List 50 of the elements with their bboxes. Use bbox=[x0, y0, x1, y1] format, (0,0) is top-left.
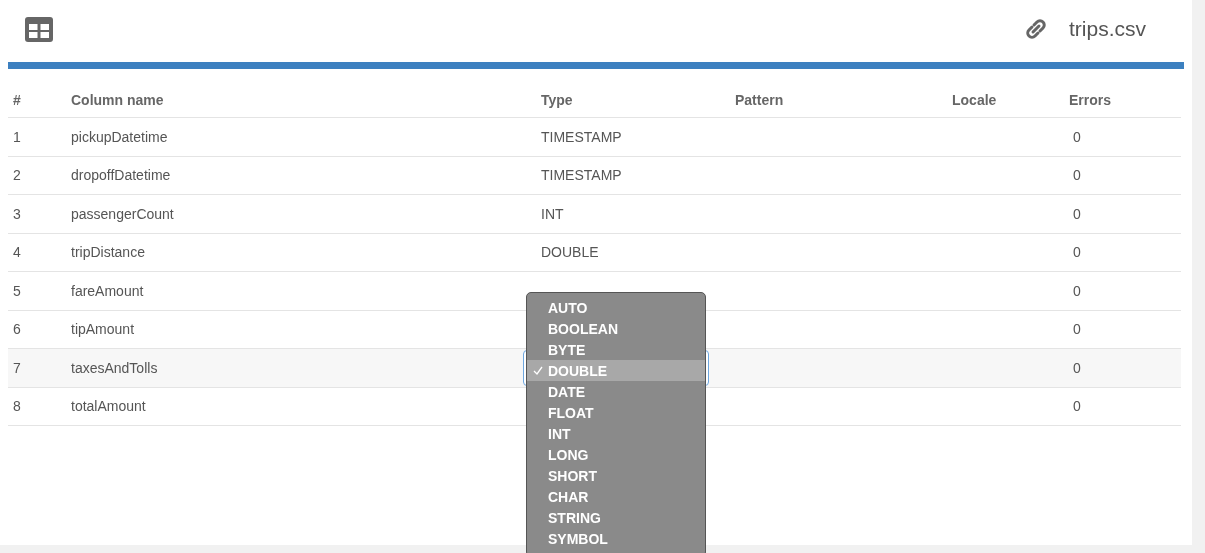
menu-item[interactable]: AUTO bbox=[527, 297, 705, 318]
table-cell-text: 0 bbox=[1072, 167, 1082, 184]
table-cell-text: TIMESTAMP bbox=[540, 128, 622, 145]
table-cell-text: 0 bbox=[1072, 359, 1082, 376]
column-header: Type bbox=[540, 92, 574, 108]
menu-item[interactable]: BOOLEAN bbox=[527, 318, 705, 339]
table-cell-text: 2 bbox=[13, 167, 22, 184]
table-cell-text: passengerCount bbox=[71, 205, 175, 222]
table-cell-text: fareAmount bbox=[71, 282, 145, 299]
menu-item[interactable]: SHORT bbox=[527, 465, 705, 486]
menu-item[interactable]: BYTE bbox=[527, 339, 705, 360]
menu-item[interactable]: STRING bbox=[527, 507, 705, 528]
menu-item[interactable]: CHAR bbox=[527, 486, 705, 507]
table-cell-text: tipAmount bbox=[71, 321, 136, 338]
menu-item[interactable]: FLOAT bbox=[527, 402, 705, 423]
table-cell-text: INT bbox=[540, 205, 564, 222]
menu-item[interactable]: LONG bbox=[527, 444, 705, 465]
menu-item[interactable]: DOUBLE bbox=[527, 360, 705, 381]
table-cell-text: tripDistance bbox=[71, 244, 146, 261]
table-cell-text: 0 bbox=[1072, 282, 1082, 299]
column-header: Errors bbox=[1069, 92, 1113, 108]
link-icon bbox=[1025, 18, 1047, 40]
table-cell-text: taxesAndTolls bbox=[71, 359, 159, 376]
table-cell-text: 6 bbox=[13, 321, 22, 338]
menu-item[interactable]: INT bbox=[527, 423, 705, 444]
column-header: Column name bbox=[71, 92, 165, 108]
file-name: trips.csv bbox=[1069, 17, 1146, 41]
menu-item[interactable]: DATE bbox=[527, 381, 705, 402]
table-cell-text: TIMESTAMP bbox=[540, 167, 622, 184]
table-cell-text: 8 bbox=[13, 398, 22, 415]
table-cell-text: 0 bbox=[1072, 128, 1082, 145]
check-icon bbox=[533, 366, 543, 375]
table-cell-text: DOUBLE bbox=[540, 244, 599, 261]
table-cell-text: pickupDatetime bbox=[71, 128, 169, 145]
table-cell-text: 1 bbox=[13, 128, 22, 145]
table-cell-text: 0 bbox=[1072, 205, 1082, 222]
table-cell-text: dropoffDatetime bbox=[71, 167, 172, 184]
table-cell-text: 3 bbox=[13, 205, 22, 222]
column-header: # bbox=[13, 92, 22, 108]
table-cell-text: 7 bbox=[13, 359, 22, 376]
table-cell-text: 0 bbox=[1072, 244, 1082, 261]
table-cell-text: totalAmount bbox=[71, 398, 147, 415]
table-cell-text: 0 bbox=[1072, 398, 1082, 415]
table-icon bbox=[25, 17, 53, 42]
column-header: Locale bbox=[952, 92, 998, 108]
table-cell-text: 5 bbox=[13, 282, 22, 299]
column-header: Pattern bbox=[734, 92, 785, 108]
menu-item[interactable]: SYMBOL bbox=[527, 528, 705, 549]
table-cell-text: 0 bbox=[1072, 321, 1082, 338]
table-cell-text: 4 bbox=[13, 244, 22, 261]
